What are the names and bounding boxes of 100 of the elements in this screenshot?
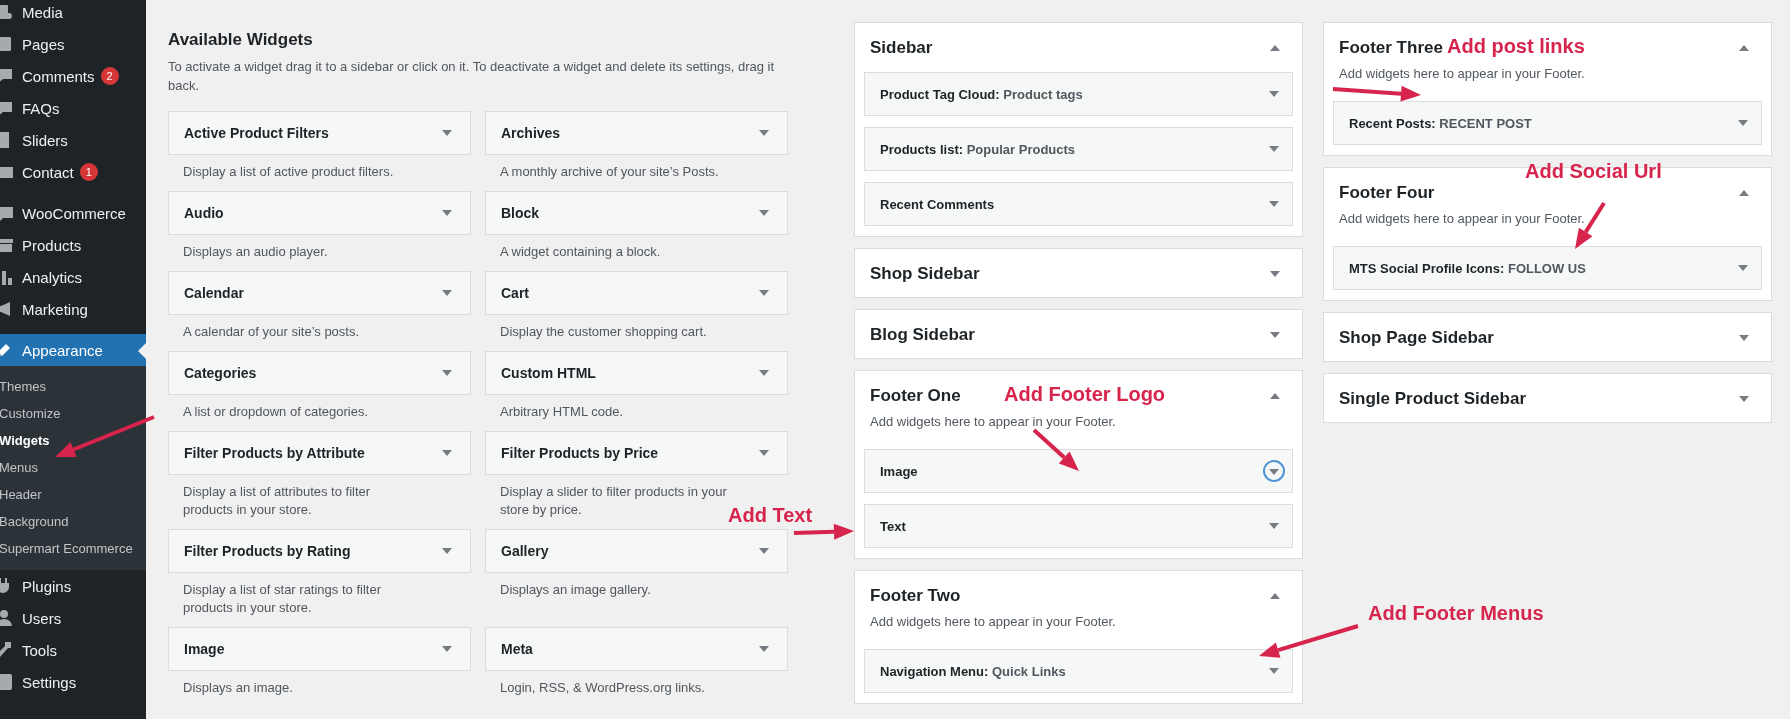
- caret-icon[interactable]: [759, 290, 769, 296]
- caret-icon[interactable]: [1739, 396, 1749, 402]
- menu-item[interactable]: Tools: [0, 634, 146, 666]
- caret-icon[interactable]: [1739, 190, 1749, 196]
- widget-title: Filter Products by Attribute: [184, 445, 365, 461]
- menu-item[interactable]: Appearance: [0, 334, 146, 366]
- area-description: Add widgets here to appear in your Footer.: [869, 613, 1117, 631]
- widget-item[interactable]: Image: [864, 449, 1293, 493]
- widget-item[interactable]: Filter Products by Rating: [168, 529, 471, 573]
- submenu-item[interactable]: Header: [0, 481, 146, 508]
- caret-icon[interactable]: [442, 450, 452, 456]
- widget-item[interactable]: Cart: [485, 271, 788, 315]
- menu-item[interactable]: Comments 2: [0, 60, 146, 92]
- caret-icon[interactable]: [1269, 91, 1279, 97]
- arrow: [793, 523, 854, 540]
- caret-icon[interactable]: [759, 210, 769, 216]
- area-title: Single Product Sidebar: [1339, 388, 1527, 410]
- caret-icon[interactable]: [442, 548, 452, 554]
- caret-icon[interactable]: [1739, 335, 1749, 341]
- section-heading: Available Widgets: [168, 30, 314, 50]
- menu-item[interactable]: Media: [0, 0, 146, 28]
- widget-description: A list or dropdown of categories.: [182, 403, 368, 421]
- widget-item[interactable]: Archives: [485, 111, 788, 155]
- widget-item[interactable]: Products list: Popular Products: [864, 127, 1293, 171]
- menu-item[interactable]: Marketing: [0, 293, 146, 325]
- caret-icon[interactable]: [759, 548, 769, 554]
- caret-icon[interactable]: [759, 450, 769, 456]
- area-description: Add widgets here to appear in your Footer.: [1338, 65, 1586, 83]
- area-title: Footer One: [870, 385, 961, 407]
- widget-item[interactable]: Meta: [485, 627, 788, 671]
- caret-icon[interactable]: [442, 290, 452, 296]
- caret-icon[interactable]: [442, 210, 452, 216]
- caret-icon[interactable]: [1738, 265, 1748, 271]
- widget-item[interactable]: Calendar: [168, 271, 471, 315]
- caret-icon[interactable]: [1269, 668, 1279, 674]
- menu-item[interactable]: Products: [0, 229, 146, 261]
- caret-icon[interactable]: [1270, 332, 1280, 338]
- widget-item[interactable]: Recent Posts: RECENT POST: [1333, 101, 1762, 145]
- caret-icon[interactable]: [759, 370, 769, 376]
- caret-icon[interactable]: [1270, 393, 1280, 399]
- caret-icon[interactable]: [1269, 201, 1279, 207]
- widget-item[interactable]: Image: [168, 627, 471, 671]
- widget-item[interactable]: Product Tag Cloud: Product tags: [864, 72, 1293, 116]
- widget-item[interactable]: Active Product Filters: [168, 111, 471, 155]
- menu-item[interactable]: Plugins: [0, 570, 146, 602]
- caret-icon[interactable]: [1263, 460, 1285, 482]
- widget-title: Calendar: [184, 285, 244, 301]
- widget-item[interactable]: Navigation Menu: Quick Links: [864, 649, 1293, 693]
- submenu-item[interactable]: Background: [0, 508, 146, 535]
- caret-icon[interactable]: [1270, 45, 1280, 51]
- caret-icon[interactable]: [1269, 146, 1279, 152]
- annotation-label: Add Footer Logo: [1004, 382, 1166, 406]
- annotation-label: Add post links: [1447, 34, 1585, 58]
- widget-item[interactable]: Custom HTML: [485, 351, 788, 395]
- caret-icon[interactable]: [1270, 593, 1280, 599]
- menu-item[interactable]: FAQs: [0, 92, 146, 124]
- widget-item[interactable]: Text: [864, 504, 1293, 548]
- menu-item[interactable]: Sliders: [0, 124, 146, 156]
- menu-item[interactable]: Contact 1: [0, 156, 146, 188]
- annotation-label: Add Social Url: [1525, 159, 1662, 183]
- menu-item[interactable]: WooCommerce: [0, 197, 146, 229]
- widget-title: Block: [501, 205, 540, 221]
- caret-icon[interactable]: [442, 130, 452, 136]
- area-title: Shop Page Sidebar: [1339, 327, 1494, 349]
- caret-icon[interactable]: [442, 370, 452, 376]
- widget-item[interactable]: Filter Products by Attribute: [168, 431, 471, 475]
- menu-item[interactable]: Pages: [0, 28, 146, 60]
- widget-item[interactable]: Recent Comments: [864, 182, 1293, 226]
- widget-item[interactable]: Block: [485, 191, 788, 235]
- menu-item[interactable]: Analytics: [0, 261, 146, 293]
- widget-title: Image: [184, 641, 225, 657]
- menu-item[interactable]: Settings: [0, 666, 146, 698]
- caret-icon[interactable]: [1270, 271, 1280, 277]
- widget-description: Display the customer shopping cart.: [499, 323, 707, 341]
- widget-item[interactable]: Categories: [168, 351, 471, 395]
- caret-icon[interactable]: [759, 130, 769, 136]
- caret-icon[interactable]: [1738, 120, 1748, 126]
- submenu-item[interactable]: Menus: [0, 454, 146, 481]
- menu-item[interactable]: Users: [0, 602, 146, 634]
- widget-item[interactable]: MTS Social Profile Icons: FOLLOW US: [1333, 246, 1762, 290]
- area-title: Sidebar: [870, 37, 933, 59]
- caret-icon[interactable]: [759, 646, 769, 652]
- count-badge: 2: [100, 67, 119, 85]
- widget-title: Categories: [184, 365, 257, 381]
- widget-item[interactable]: Gallery: [485, 529, 788, 573]
- widget-title: Filter Products by Price: [501, 445, 659, 461]
- submenu-item[interactable]: Customize: [0, 400, 146, 427]
- widget-description: Login, RSS, & WordPress.org links.: [499, 679, 705, 697]
- caret-icon[interactable]: [1739, 45, 1749, 51]
- widget-title: Product Tag Cloud: Product tags: [880, 86, 1083, 102]
- widget-item[interactable]: Audio: [168, 191, 471, 235]
- annotation-label: Add Footer Menus: [1368, 601, 1544, 625]
- widget-description: Display a list of active product filters.: [182, 163, 394, 181]
- widget-title: Navigation Menu: Quick Links: [880, 663, 1066, 679]
- submenu-item[interactable]: Themes: [0, 373, 146, 400]
- widget-item[interactable]: Filter Products by Price: [485, 431, 788, 475]
- submenu-item[interactable]: Supermart Ecommerce: [0, 535, 146, 562]
- caret-icon[interactable]: [1269, 523, 1279, 529]
- caret-icon[interactable]: [442, 646, 452, 652]
- count-badge: 1: [79, 163, 98, 181]
